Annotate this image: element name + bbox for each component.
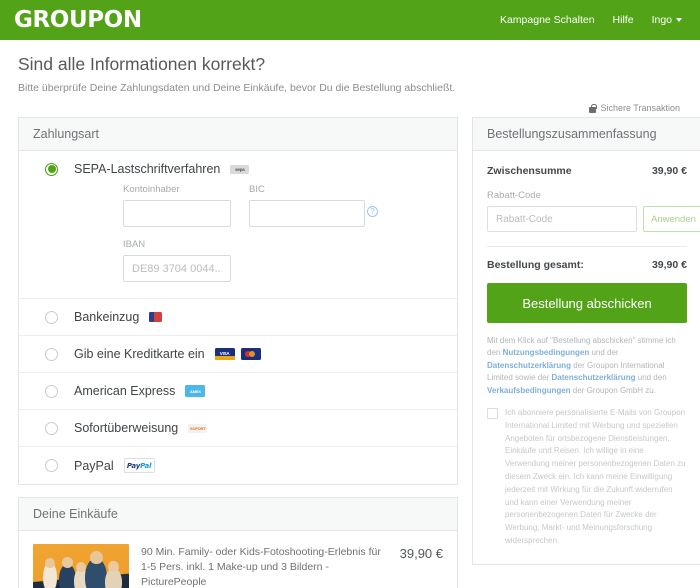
thumb-head-2 (62, 557, 73, 568)
legal-link[interactable]: Datenschutzerklärung (487, 361, 571, 370)
order-summary-title: Bestellungszusammenfassung (473, 118, 700, 151)
bic-input[interactable] (249, 200, 365, 227)
paypal-logo-text-b: Pal (140, 461, 152, 470)
subtotal-value: 39,90 € (651, 165, 687, 177)
paypal-logo-text-a: Pay (126, 461, 141, 470)
total-label: Bestellung gesamt: (487, 259, 584, 271)
legal-link[interactable]: Datenschutzerklärung (551, 373, 635, 382)
subtotal-label: Zwischensumme (487, 165, 572, 177)
checkout-right-column: Bestellungszusammenfassung Zwischensumme… (472, 117, 700, 577)
account-holder-input[interactable] (123, 200, 231, 227)
account-holder-label: Kontoinhaber (123, 184, 180, 195)
radio-amex[interactable] (45, 384, 58, 398)
newsletter-text: Ich abonniere personalisierte E-Mails vo… (505, 407, 686, 545)
promo-code-row: Anwenden (487, 206, 700, 232)
field-iban: IBAN (123, 239, 443, 282)
purchases-card: Deine Einkäufe 90 Min. Family- oder Kids… (18, 497, 458, 588)
payment-option-kreditkarte[interactable]: Gib eine Kreditkarte ein VISA (19, 336, 457, 373)
total-value: 39,90 € (651, 259, 687, 271)
sepa-field-row-top: Kontoinhaber BIC ? (123, 184, 443, 227)
payment-option-sepa[interactable]: SEPA-Lastschriftverfahren sepa (19, 151, 457, 180)
nav-link-kampagne-schalten[interactable]: Kampagne Schalten (500, 14, 595, 26)
thumb-head-4 (90, 551, 103, 564)
visa-logo-text: VISA (219, 350, 230, 356)
payment-option-paypal[interactable]: PayPal Pay Pal (19, 447, 457, 484)
promo-code-input[interactable] (487, 206, 637, 232)
radio-bankeinzug[interactable] (45, 310, 58, 324)
submit-order-button[interactable]: Bestellung abschicken (487, 283, 687, 323)
legal-link[interactable]: Nutzungsbedingungen (503, 348, 590, 357)
site-header: GROUPON Kampagne Schalten Hilfe Ingo (0, 0, 700, 40)
amex-logo-icon: AMEX (185, 385, 206, 397)
purchase-item-info: 90 Min. Family- oder Kids-Fotoshooting-E… (141, 544, 390, 588)
mastercard-logo-icon (240, 348, 261, 360)
thumb-head-5 (108, 561, 119, 572)
radio-sepa[interactable] (45, 162, 58, 176)
payment-option-sepa-block: SEPA-Lastschriftverfahren sepa Kontoinha… (19, 151, 457, 299)
iban-label: IBAN (123, 239, 146, 250)
sofort-logo-icon: SOFORT (188, 423, 208, 433)
nav-account-menu[interactable]: Ingo (652, 14, 682, 26)
field-bic: BIC (249, 184, 365, 227)
chevron-down-icon (676, 18, 682, 22)
payment-option-bankeinzug[interactable]: Bankeinzug (19, 299, 457, 336)
payment-option-paypal-label: PayPal (74, 458, 114, 473)
payment-option-bankeinzug-label: Bankeinzug (74, 310, 140, 324)
promo-code-label: Rabatt-Code (487, 190, 541, 201)
legal-text-segment: und den (635, 373, 667, 383)
payment-option-sofortueberweisung-label: Sofortüberweisung (74, 421, 179, 435)
sepa-logo-icon: sepa (230, 164, 250, 174)
purchase-item-price: 39,90 € (399, 546, 443, 561)
lock-icon (589, 103, 598, 113)
checkout-columns: Zahlungsart SEPA-Lastschriftverfahren se… (0, 113, 700, 588)
payment-option-sofortueberweisung[interactable]: Sofortüberweisung SOFORT (19, 410, 457, 447)
order-summary-card: Bestellungszusammenfassung Zwischensumme… (472, 117, 700, 565)
total-row: Bestellung gesamt: 39,90 € (487, 259, 687, 271)
subtotal-row: Zwischensumme 39,90 € (487, 165, 687, 177)
purchase-item-title: 90 Min. Family- oder Kids-Fotoshooting-E… (141, 546, 381, 588)
legal-text-segment: der Groupon GmbH zu. (570, 385, 656, 395)
page-intro: Sind alle Informationen korrekt? Bitte ü… (0, 40, 700, 113)
radio-paypal[interactable] (45, 459, 58, 472)
groupon-logo[interactable]: GROUPON (14, 7, 142, 33)
field-account-holder: Kontoinhaber (123, 184, 231, 227)
product-thumbnail[interactable] (33, 544, 129, 588)
secure-transaction-badge: Sichere Transaktion (18, 103, 682, 113)
visa-logo-icon: VISA (214, 348, 235, 360)
payment-method-title: Zahlungsart (19, 118, 457, 151)
payment-method-card: Zahlungsart SEPA-Lastschriftverfahren se… (18, 117, 458, 485)
secure-transaction-label: Sichere Transaktion (600, 103, 680, 113)
legal-text-segment: und der (589, 348, 619, 358)
purchases-title: Deine Einkäufe (19, 498, 457, 531)
nav-account-label: Ingo (651, 14, 672, 26)
payment-option-amex[interactable]: American Express AMEX (19, 373, 457, 410)
payment-option-sepa-label: SEPA-Lastschriftverfahren (74, 162, 221, 176)
apply-promo-button[interactable]: Anwenden (643, 206, 700, 232)
payment-option-amex-label: American Express (74, 384, 176, 398)
purchase-item-row: 90 Min. Family- oder Kids-Fotoshooting-E… (19, 531, 457, 588)
newsletter-checkbox[interactable] (487, 407, 498, 419)
paypal-logo-icon: Pay Pal (123, 458, 155, 473)
radio-sofortueberweisung[interactable] (45, 421, 58, 435)
iban-input[interactable] (123, 255, 231, 282)
summary-divider (487, 246, 687, 247)
checkout-left-column: Zahlungsart SEPA-Lastschriftverfahren se… (18, 117, 458, 588)
radio-kreditkarte[interactable] (45, 347, 58, 361)
header-nav: Kampagne Schalten Hilfe Ingo (500, 14, 682, 26)
page-subtitle: Bitte überprüfe Deine Zahlungsdaten und … (18, 82, 456, 94)
thumb-head-1 (45, 558, 55, 568)
order-summary-body: Zwischensumme 39,90 € Rabatt-Code Anwend… (473, 151, 700, 564)
bic-label: BIC (249, 184, 265, 195)
sepa-form: Kontoinhaber BIC ? IBAN (19, 180, 457, 298)
newsletter-row[interactable]: Ich abonniere personalisierte E-Mails vo… (487, 407, 687, 548)
bank-logo-icon (149, 312, 163, 322)
help-icon[interactable]: ? (367, 206, 378, 217)
payment-option-kreditkarte-label: Gib eine Kreditkarte ein (74, 347, 205, 361)
legal-terms-text: Mit dem Klick auf "Bestellung abschicken… (487, 335, 687, 397)
legal-link[interactable]: Verkaufsbedingungen (487, 386, 571, 395)
page-title: Sind alle Informationen korrekt? (18, 54, 266, 74)
nav-link-hilfe[interactable]: Hilfe (613, 14, 634, 26)
